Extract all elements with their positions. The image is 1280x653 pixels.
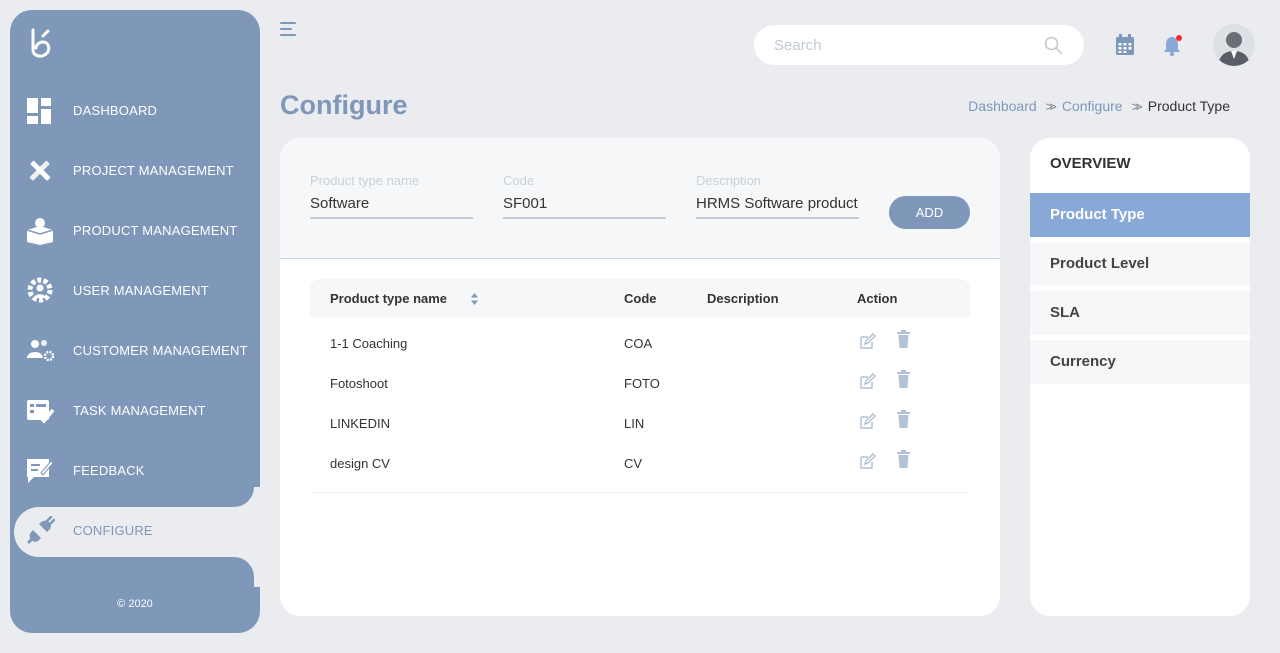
cell-code: LIN: [624, 416, 645, 431]
column-header-action: Action: [857, 291, 898, 306]
nav-label: PROJECT MANAGEMENT: [73, 163, 234, 178]
column-header-description: Description: [707, 291, 779, 306]
breadcrumb: Dashboard >> Configure >> Product Type: [968, 98, 1230, 114]
avatar[interactable]: [1213, 24, 1255, 66]
user-avatar-icon: [1213, 24, 1255, 66]
dashboard-icon: [27, 98, 51, 124]
bell-icon[interactable]: [1162, 33, 1184, 57]
cell-name: design CV: [330, 456, 390, 471]
overview-item-product-level[interactable]: Product Level: [1030, 242, 1250, 286]
tools-icon: [29, 160, 51, 181]
edit-icon[interactable]: [859, 333, 876, 350]
customers-icon: [27, 340, 55, 362]
overview-item-label: SLA: [1050, 304, 1080, 321]
notification-dot: [1176, 35, 1182, 41]
overview-item-sla[interactable]: SLA: [1030, 291, 1250, 335]
overview-title: OVERVIEW: [1050, 155, 1131, 172]
delete-icon[interactable]: [897, 450, 910, 468]
breadcrumb-current: Product Type: [1147, 98, 1230, 114]
nav-label: PRODUCT MANAGEMENT: [73, 223, 238, 238]
description-field: Description: [696, 173, 859, 219]
search-box: [754, 25, 1084, 65]
nav-item-dashboard[interactable]: DASHBOARD: [10, 86, 260, 136]
add-button[interactable]: ADD: [889, 196, 970, 229]
box-icon: [26, 218, 54, 245]
feedback-icon: [27, 459, 54, 483]
table-row: design CV CV: [310, 437, 970, 477]
edit-icon[interactable]: [859, 453, 876, 470]
nav-label: CUSTOMER MANAGEMENT: [73, 343, 248, 358]
overview-item-label: Product Type: [1050, 206, 1145, 223]
product-type-name-input[interactable]: [310, 193, 473, 219]
cell-name: 1-1 Coaching: [330, 336, 408, 351]
logo-icon: [31, 28, 51, 58]
nav-label: TASK MANAGEMENT: [73, 403, 206, 418]
column-header-code: Code: [624, 291, 657, 306]
code-field: Code: [503, 173, 666, 219]
nav-label: CONFIGURE: [73, 523, 153, 538]
cell-name: Fotoshoot: [330, 376, 388, 391]
nav-label: USER MANAGEMENT: [73, 283, 209, 298]
breadcrumb-separator-icon: >>: [1131, 98, 1143, 114]
code-label: Code: [503, 173, 535, 188]
sidebar: DASHBOARD PROJECT MANAGEMENT PRODUCT MAN…: [10, 10, 260, 633]
task-check-icon: [27, 400, 55, 424]
breadcrumb-separator-icon: >>: [1045, 98, 1057, 114]
overview-item-label: Currency: [1050, 353, 1116, 370]
code-input[interactable]: [503, 193, 666, 219]
nav-item-project-management[interactable]: PROJECT MANAGEMENT: [10, 146, 260, 196]
nav-item-customer-management[interactable]: CUSTOMER MANAGEMENT: [10, 326, 260, 376]
calendar-icon[interactable]: [1115, 34, 1135, 56]
nav-active-curve-bottom: [234, 557, 254, 577]
sort-icon[interactable]: [470, 292, 479, 306]
cell-name: LINKEDIN: [330, 416, 390, 431]
nav-item-configure[interactable]: CONFIGURE: [10, 506, 260, 556]
nav-item-feedback[interactable]: FEEDBACK: [10, 446, 260, 496]
cell-code: COA: [624, 336, 653, 351]
page-title: Configure: [280, 90, 408, 120]
plug-icon: [27, 516, 55, 544]
description-label: Description: [696, 173, 762, 188]
product-type-name-label: Product type name: [310, 173, 420, 188]
cell-code: FOTO: [624, 376, 660, 391]
cell-code: CV: [624, 456, 643, 471]
table-header: Product type name Code Description Actio…: [310, 279, 970, 317]
user-gear-icon: [27, 277, 53, 303]
table-row: 1-1 Coaching COA: [310, 317, 970, 357]
edit-icon[interactable]: [859, 413, 876, 430]
breadcrumb-link-configure[interactable]: Configure: [1062, 98, 1123, 114]
nav-label: DASHBOARD: [73, 103, 158, 118]
product-type-name-field: Product type name: [310, 173, 473, 219]
overview-item-product-type[interactable]: Product Type: [1030, 193, 1250, 237]
breadcrumb-link-dashboard[interactable]: Dashboard: [968, 98, 1037, 114]
search-input[interactable]: [774, 25, 1034, 65]
copyright: © 2020: [117, 598, 153, 610]
description-input[interactable]: [696, 193, 859, 219]
table-body: 1-1 Coaching COA Fotoshoot FOTO LINKEDIN…: [310, 317, 970, 493]
delete-icon[interactable]: [897, 410, 910, 428]
product-type-card: Product type name Code Description ADD P…: [280, 138, 1000, 616]
menu-toggle-icon[interactable]: [280, 22, 298, 38]
table-row: LINKEDIN LIN: [310, 397, 970, 437]
edit-icon[interactable]: [859, 373, 876, 390]
nav-item-user-management[interactable]: USER MANAGEMENT: [10, 266, 260, 316]
product-type-table: Product type name Code Description Actio…: [310, 279, 970, 493]
overview-item-label: Product Level: [1050, 255, 1150, 272]
nav-item-product-management[interactable]: PRODUCT MANAGEMENT: [10, 206, 260, 256]
overview-item-currency[interactable]: Currency: [1030, 340, 1250, 384]
nav-label: FEEDBACK: [73, 463, 145, 478]
delete-icon[interactable]: [897, 370, 910, 388]
search-icon[interactable]: [1044, 36, 1062, 54]
table-row: Fotoshoot FOTO: [310, 357, 970, 397]
overview-panel: OVERVIEW Product Type Product Level SLA …: [1030, 138, 1250, 616]
delete-icon[interactable]: [897, 330, 910, 348]
nav-item-task-management[interactable]: TASK MANAGEMENT: [10, 386, 260, 436]
add-product-type-form: Product type name Code Description ADD: [280, 138, 1000, 259]
column-header-name[interactable]: Product type name: [330, 291, 447, 306]
